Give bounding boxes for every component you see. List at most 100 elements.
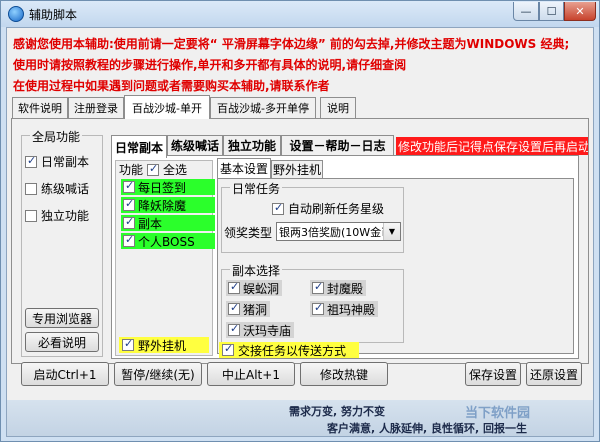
global-item-standalone-label: 独立功能	[41, 209, 90, 223]
teleport-option-label: 交接任务以传送方式	[238, 343, 347, 358]
close-button[interactable]: ✕	[564, 2, 596, 21]
global-func-group: 全局功能 日常副本 练级喊话 独立功能 专用浏览器 必看说明	[21, 128, 103, 357]
pause-button[interactable]: 暂停/继续(无)	[114, 362, 202, 386]
checkbox-teleport[interactable]	[222, 342, 234, 356]
checkbox-zuma-temple[interactable]	[312, 301, 324, 315]
subtab-leveling-shout[interactable]: 练级喊话	[167, 135, 223, 155]
minimize-button[interactable]: —	[513, 2, 539, 21]
window-title: 辅助脚本	[29, 8, 78, 22]
func-item-boss[interactable]: 个人BOSS	[121, 233, 215, 249]
reward-type-label: 领奖类型	[224, 226, 273, 240]
teleport-option[interactable]: 交接任务以传送方式	[219, 342, 359, 358]
subtab-standalone[interactable]: 独立功能	[223, 135, 281, 155]
footer-slogan-1: 需求万变, 努力不变	[289, 405, 386, 418]
dungeon-item-centipede[interactable]: 蜈蚣洞	[226, 280, 283, 296]
browser-button[interactable]: 专用浏览器	[25, 308, 99, 328]
stop-button[interactable]: 中止Alt+1	[207, 362, 295, 386]
chevron-down-icon[interactable]: ▼	[383, 223, 400, 240]
daily-dungeon-panel: 功能 全选 每日签到 降妖除魔 副本	[111, 155, 579, 359]
inner-tab-outdoor[interactable]: 野外挂机	[271, 160, 323, 178]
checkbox-signin[interactable]	[123, 179, 135, 193]
reward-type-value: 银两3倍奖励(10W金币)	[279, 225, 397, 239]
dungeon-zuma-temple-label: 祖玛神殿	[327, 302, 376, 317]
reward-type-row: 领奖类型	[224, 224, 272, 241]
notice-line-2: 使用时请按照教程的步骤进行操作,单开和多开都有具体的说明,请仔细查阅	[13, 58, 407, 72]
checkbox-daily[interactable]	[25, 154, 37, 168]
restore-settings-button[interactable]: 还原设置	[526, 362, 582, 386]
footer-bar: 需求万变, 努力不变 客户满意, 人脉延伸, 良性循环, 回报一生 当下软件园	[7, 400, 593, 436]
dungeon-item-pig-cave[interactable]: 猪洞	[226, 301, 271, 317]
checkbox-leveling[interactable]	[25, 182, 37, 195]
warning-banner: 修改功能后记得点保存设置后再启动	[396, 137, 588, 155]
inner-tab-basic[interactable]: 基本设置	[217, 158, 271, 178]
func-item-signin-label: 每日签到	[138, 180, 187, 195]
func-item-dungeon[interactable]: 副本	[121, 215, 215, 231]
minimize-icon: —	[520, 4, 532, 18]
hotkey-button[interactable]: 修改热键	[300, 362, 388, 386]
app-icon	[8, 6, 24, 22]
dungeon-pig-cave-label: 猪洞	[243, 302, 268, 317]
reward-type-select[interactable]: 银两3倍奖励(10W金币) ▼	[276, 222, 401, 241]
func-group: 功能 全选 每日签到 降妖除魔 副本	[115, 160, 215, 356]
dungeon-item-woma-temple[interactable]: 沃玛寺庙	[226, 322, 295, 338]
checkbox-select-all[interactable]	[147, 162, 160, 176]
checkbox-auto-refresh[interactable]	[272, 201, 284, 215]
func-item-boss-label: 个人BOSS	[138, 234, 195, 249]
client-area: 感谢您使用本辅助:使用前请一定要将“ 平滑屏幕字体边缘” 前的勾去掉,并修改主题…	[6, 27, 594, 437]
global-item-daily-label: 日常副本	[41, 155, 90, 169]
maximize-button[interactable]: ☐	[539, 2, 564, 21]
global-item-leveling-label: 练级喊话	[41, 182, 90, 196]
subtab-settings-help-log[interactable]: 设置－帮助－日志	[281, 135, 394, 155]
single-open-panel: 全局功能 日常副本 练级喊话 独立功能 专用浏览器 必看说明 日常副本 练级喊话	[11, 118, 589, 364]
footer-slogan-2: 客户满意, 人脉延伸, 良性循环, 回报一生	[327, 422, 528, 435]
tab-multi-open[interactable]: 百战沙城-多开单停	[210, 97, 316, 118]
dungeon-centipede-label: 蜈蚣洞	[243, 281, 280, 296]
save-settings-button[interactable]: 保存设置	[465, 362, 521, 386]
daily-task-group: 日常任务 自动刷新任务星级 领奖类型 银两3倍奖励(10W金币) ▼	[221, 180, 404, 253]
maximize-icon: ☐	[546, 4, 557, 18]
func-item-outdoor[interactable]: 野外挂机	[119, 337, 209, 353]
dungeon-item-sealed-demon[interactable]: 封魔殿	[310, 280, 367, 296]
checkbox-centipede[interactable]	[228, 280, 240, 294]
basic-settings-panel: 日常任务 自动刷新任务星级 领奖类型 银两3倍奖励(10W金币) ▼	[217, 178, 574, 354]
global-func-title: 全局功能	[30, 128, 83, 145]
help-button[interactable]: 必看说明	[25, 332, 99, 352]
dungeon-item-zuma-temple[interactable]: 祖玛神殿	[310, 301, 379, 317]
global-item-standalone[interactable]: 独立功能	[25, 207, 89, 224]
tab-software-info[interactable]: 软件说明	[12, 97, 68, 118]
checkbox-standalone[interactable]	[25, 209, 37, 222]
func-title: 功能	[119, 163, 144, 177]
func-title-row: 功能 全选	[119, 161, 187, 178]
notice-line-1: 感谢您使用本辅助:使用前请一定要将“ 平滑屏幕字体边缘” 前的勾去掉,并修改主题…	[13, 37, 570, 51]
dungeon-sealed-demon-label: 封魔殿	[327, 281, 364, 296]
checkbox-demon[interactable]	[123, 197, 135, 211]
checkbox-boss[interactable]	[123, 233, 135, 247]
auto-refresh-row[interactable]: 自动刷新任务星级	[272, 200, 384, 217]
checkbox-sealed-demon[interactable]	[312, 280, 324, 294]
func-item-demon[interactable]: 降妖除魔	[121, 197, 215, 213]
auto-refresh-label: 自动刷新任务星级	[288, 202, 385, 216]
subtab-daily-dungeon[interactable]: 日常副本	[111, 135, 167, 158]
checkbox-woma-temple[interactable]	[228, 322, 240, 336]
func-item-dungeon-label: 副本	[138, 216, 163, 231]
checkbox-outdoor[interactable]	[122, 337, 134, 351]
func-item-outdoor-label: 野外挂机	[138, 338, 187, 353]
global-item-leveling[interactable]: 练级喊话	[25, 180, 89, 197]
notice-line-3: 在使用过程中如果遇到问题或者需要购买本辅助,请联系作者	[13, 79, 330, 93]
checkbox-pig-cave[interactable]	[228, 301, 240, 315]
func-item-signin[interactable]: 每日签到	[121, 179, 215, 195]
dungeon-select-group: 副本选择 蜈蚣洞 封魔殿 猪洞	[221, 262, 404, 343]
dungeon-select-title: 副本选择	[230, 262, 283, 279]
title-bar[interactable]: 辅助脚本 — ☐ ✕	[1, 1, 599, 27]
func-item-demon-label: 降妖除魔	[138, 198, 187, 213]
close-icon: ✕	[575, 4, 585, 18]
watermark-logo: 当下软件园	[465, 406, 531, 421]
dungeon-woma-temple-label: 沃玛寺庙	[243, 323, 292, 338]
tab-single-open[interactable]: 百战沙城-单开	[124, 95, 210, 119]
tab-notes[interactable]: 说明	[320, 97, 356, 118]
start-button[interactable]: 启动Ctrl+1	[21, 362, 109, 386]
global-item-daily[interactable]: 日常副本	[25, 153, 89, 170]
select-all-label: 全选	[163, 163, 188, 177]
tab-register-login[interactable]: 注册登录	[68, 97, 124, 118]
checkbox-dungeon[interactable]	[123, 215, 135, 229]
